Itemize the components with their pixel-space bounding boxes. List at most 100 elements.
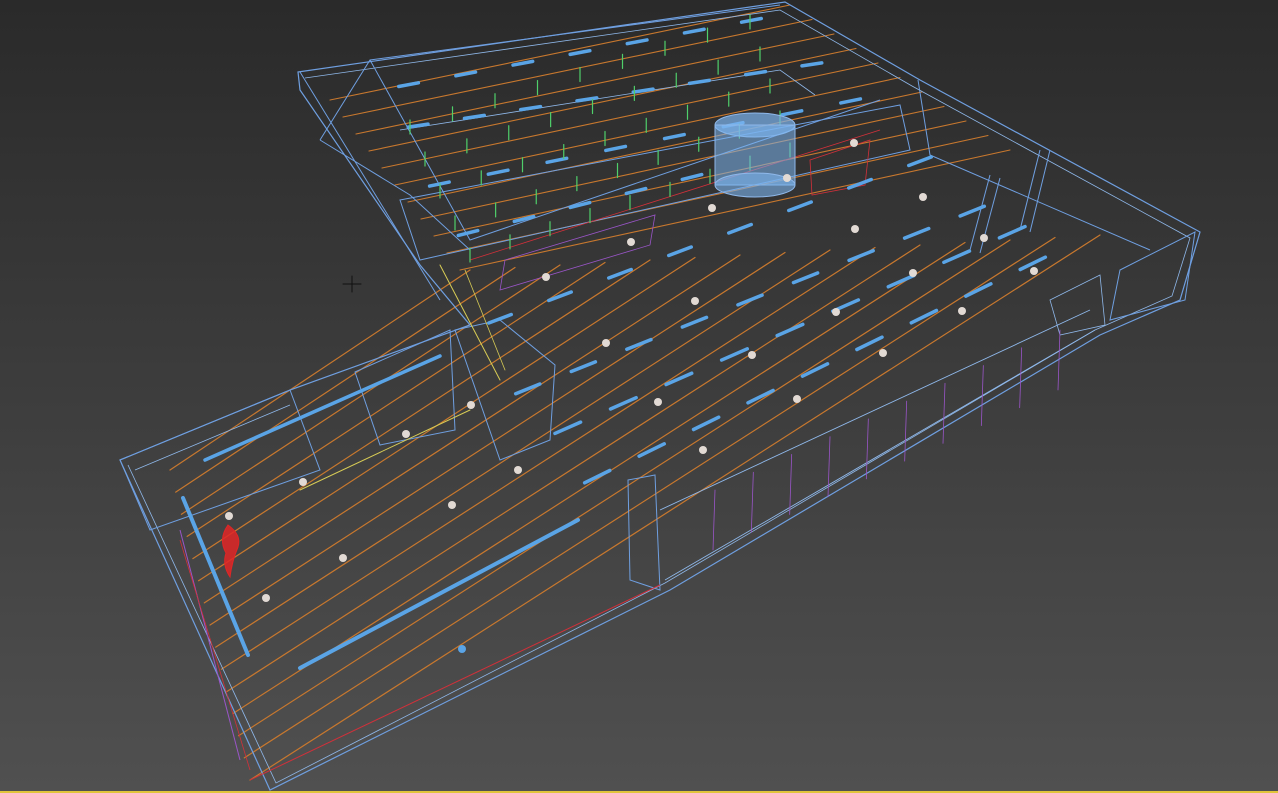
- spot-light: [980, 234, 988, 242]
- spot-light: [832, 308, 840, 316]
- spot-light: [299, 478, 307, 486]
- spot-light: [448, 501, 456, 509]
- room-box: [454, 319, 556, 461]
- west-room: [119, 389, 321, 531]
- light-strip: [181, 496, 250, 657]
- light-panel: [664, 371, 694, 387]
- window-mullion: [942, 382, 946, 444]
- light-panel: [736, 293, 764, 307]
- ceiling-beam: [186, 261, 606, 538]
- yellow-guide-line: [299, 409, 471, 491]
- spot-light: [225, 512, 233, 520]
- light-panel: [839, 97, 863, 105]
- spot-light: [879, 349, 887, 357]
- light-panel: [486, 168, 510, 176]
- light-panel: [902, 226, 931, 240]
- ceiling-beam: [180, 264, 561, 515]
- scene-objects: [222, 112, 796, 579]
- light-panel: [406, 122, 430, 129]
- light-panel: [462, 113, 487, 121]
- wireframe-scene[interactable]: [0, 0, 1278, 793]
- spot-light: [909, 269, 917, 277]
- light-panel: [743, 69, 768, 77]
- east-bay: [1109, 231, 1196, 321]
- ceiling-beam: [169, 269, 471, 471]
- spot-light: [514, 466, 522, 474]
- ceiling-beam: [220, 246, 876, 670]
- ceiling-beam: [237, 239, 1011, 737]
- light-panel: [997, 224, 1027, 240]
- roof-beam: [381, 62, 879, 169]
- perspective-viewport[interactable]: [0, 0, 1278, 793]
- spot-light: [654, 398, 662, 406]
- spot-light: [627, 238, 635, 246]
- column-line: [1019, 149, 1041, 231]
- roof-ridge: [319, 4, 781, 141]
- crosshair-cursor-icon: [342, 275, 362, 293]
- red-floor-line: [249, 584, 661, 781]
- spot-light: [783, 174, 791, 182]
- west-room-line: [134, 404, 291, 471]
- light-panel: [727, 222, 753, 235]
- light-panel: [886, 273, 916, 289]
- light-panel: [454, 70, 478, 78]
- wing-edge: [299, 71, 441, 301]
- light-panel: [847, 248, 875, 263]
- light-panel: [780, 109, 804, 117]
- light-panel: [568, 200, 592, 210]
- light-panel: [608, 395, 638, 411]
- light-panel: [662, 132, 686, 141]
- light-panel: [800, 61, 824, 68]
- column-line: [1029, 149, 1051, 233]
- blue-marker: [458, 645, 466, 653]
- light-panel: [396, 81, 421, 89]
- light-panel: [667, 245, 693, 258]
- light-panel: [942, 249, 972, 265]
- window-mullion: [750, 471, 754, 533]
- window-mullion: [904, 400, 908, 462]
- light-panel: [775, 322, 805, 338]
- spot-light: [699, 446, 707, 454]
- light-panel: [518, 104, 543, 112]
- light-panel: [624, 186, 648, 196]
- light-panel: [456, 228, 480, 238]
- light-panel: [855, 335, 884, 352]
- ceiling-beam: [203, 254, 741, 604]
- light-panel: [739, 16, 764, 24]
- light-panel: [691, 415, 721, 432]
- light-panel: [791, 271, 820, 285]
- window-mullion: [1019, 347, 1023, 409]
- spot-light: [793, 395, 801, 403]
- light-panel: [907, 155, 933, 168]
- light-panel: [604, 144, 628, 153]
- spot-light: [708, 204, 716, 212]
- light-panels: [181, 16, 1048, 670]
- spot-light: [919, 193, 927, 201]
- light-panel: [682, 27, 706, 35]
- east-wall: [917, 79, 1151, 251]
- spot-light: [748, 351, 756, 359]
- red-object: [222, 524, 240, 579]
- light-panel: [787, 200, 813, 213]
- light-panel: [687, 78, 712, 86]
- spot-light: [851, 225, 859, 233]
- east-stair: [1049, 274, 1106, 336]
- light-panel: [964, 282, 993, 298]
- ceiling-beam: [249, 234, 1101, 781]
- spot-light: [850, 139, 858, 147]
- ceiling-beams: [169, 234, 1101, 781]
- spot-light: [602, 339, 610, 347]
- spot-light: [542, 273, 550, 281]
- light-panel: [569, 360, 598, 374]
- light-panel: [547, 290, 573, 303]
- spot-light: [402, 430, 410, 438]
- window-mullion: [789, 454, 793, 515]
- window-mullion: [865, 418, 869, 480]
- ceiling-beam: [232, 241, 966, 715]
- light-panel: [568, 48, 592, 57]
- window-mullion: [827, 436, 831, 498]
- light-panel: [487, 312, 513, 325]
- ceiling-beam: [197, 256, 696, 582]
- spot-light: [467, 401, 475, 409]
- ceiling-beam: [215, 249, 831, 648]
